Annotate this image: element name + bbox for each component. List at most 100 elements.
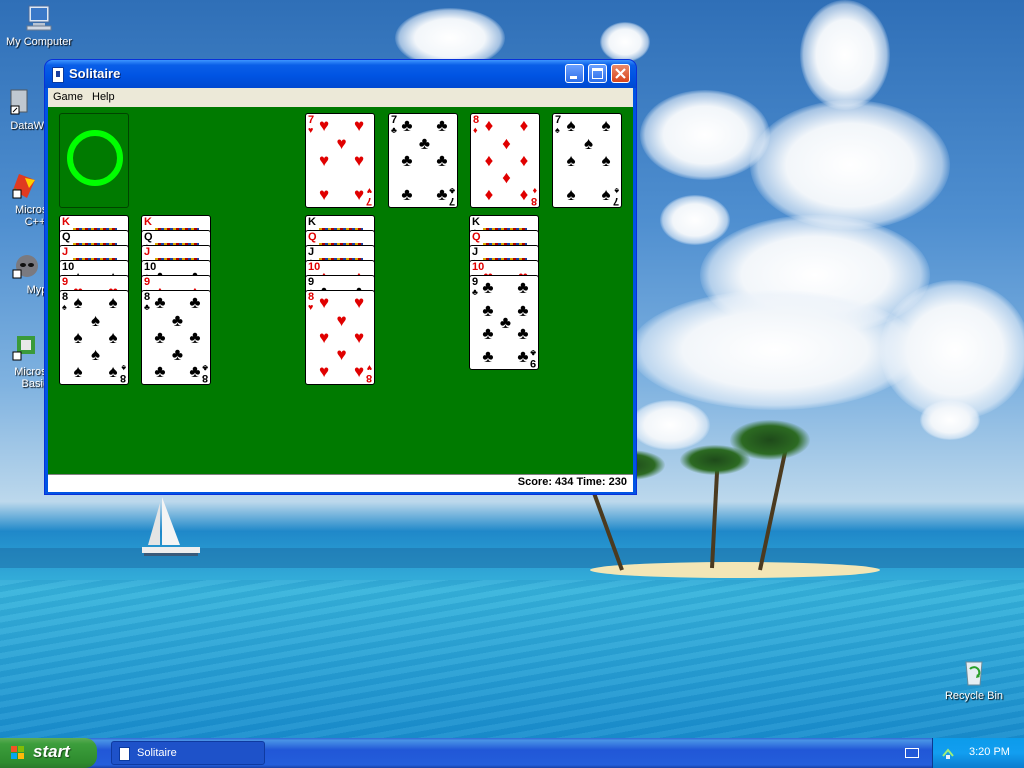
card-pip: ♠: [566, 116, 576, 136]
card-rank-suit: 7 ♥: [308, 115, 314, 135]
card-rank-suit: 8 ♥: [308, 292, 314, 312]
card-pip: ♣: [517, 301, 529, 321]
menu-help[interactable]: Help: [92, 91, 115, 103]
card-pip: ♥: [318, 184, 330, 204]
cloud: [800, 0, 890, 110]
card-pip: ♥: [318, 361, 330, 381]
my-computer-icon: [26, 5, 52, 31]
cloud: [630, 290, 920, 410]
card-rank-suit-bottom: 7 ♥: [365, 186, 372, 207]
cloud: [920, 400, 980, 440]
solitaire-app-icon: [119, 747, 130, 761]
maximize-icon: [592, 68, 603, 79]
clock: 3:20 PM: [969, 746, 1010, 758]
start-label: start: [33, 742, 70, 761]
card-pip: ♣: [436, 184, 448, 204]
title-bar[interactable]: Solitaire: [45, 60, 636, 88]
desktop-icon-recycle-bin[interactable]: Recycle Bin: [935, 656, 1013, 702]
card-rank-suit: 9♣: [472, 277, 478, 297]
score-time-status: Score: 434 Time: 230: [517, 476, 627, 488]
menu-game[interactable]: Game: [53, 91, 83, 103]
card-suit-icon: ♥: [308, 302, 314, 312]
card-pip: ♥: [336, 344, 347, 364]
tableau-card[interactable]: 9 ♣ ♣ ♣ ♣ ♣ ♣ ♣ ♣ ♣ ♣ 9 ♣: [469, 275, 539, 370]
solitaire-window[interactable]: Solitaire Game Help 7 ♥ ♥ ♥ ♥ ♥ ♥ ♥ ♥ 7 ♥ 7 ♣ ♣ ♣ ♣ ♣ ♣ ♣ ♣…: [45, 60, 636, 494]
cloud: [395, 8, 505, 68]
card-pip: ♥: [353, 184, 365, 204]
sea: [0, 580, 1024, 738]
cloud: [600, 22, 650, 62]
card-pip: ♣: [401, 116, 413, 136]
card-pip: ♣: [418, 133, 431, 153]
card-rank-suit: 8 ♠: [62, 292, 68, 312]
card-pip: ♠: [601, 116, 611, 136]
card-pip: ♣: [436, 150, 448, 170]
desktop-icon-my-computer[interactable]: My Computer: [0, 2, 78, 48]
card-suit-icon: ♣: [144, 302, 150, 312]
foundation-card[interactable]: 7 ♠ ♠ ♠ ♠ ♠ ♠ ♠ ♠ 7 ♠: [552, 113, 622, 208]
card-pip: ♠: [108, 327, 118, 347]
card-rank-suit: 8 ♦: [473, 115, 479, 135]
tableau-card[interactable]: 8 ♥ ♥ ♥ ♥ ♥ ♥ ♥ ♥ ♥ 8 ♥: [305, 290, 375, 385]
cloud: [630, 400, 710, 450]
card-rank-suit-bottom: 9 ♣: [529, 348, 536, 369]
palm-leaves: [730, 420, 810, 460]
minimize-icon: [570, 76, 577, 79]
keyboard-icon[interactable]: [905, 748, 919, 758]
card-pip: ♦: [519, 116, 529, 136]
card-pip: ♥: [318, 293, 330, 313]
card-pip: ♣: [517, 278, 529, 298]
card-pip: ♠: [566, 184, 576, 204]
card-pip: ♣: [154, 361, 166, 381]
card-pip: ♣: [154, 327, 166, 347]
minimize-button[interactable]: [565, 64, 584, 83]
card-pip: ♣: [482, 301, 494, 321]
card-rank-suit-bottom: 8 ♥: [365, 363, 372, 384]
card-pip: ♣: [189, 293, 201, 313]
card-pip: ♠: [601, 184, 611, 204]
card-pip: ♣: [171, 310, 184, 330]
close-icon: [615, 68, 626, 79]
stock-pile-empty[interactable]: [59, 113, 129, 208]
foundation-card[interactable]: 7 ♥ ♥ ♥ ♥ ♥ ♥ ♥ ♥ 7 ♥: [305, 113, 375, 208]
card-pip: ♠: [108, 293, 118, 313]
card-pip: ♦: [502, 133, 511, 153]
card-pip: ♥: [318, 150, 330, 170]
card-pip: ♠: [583, 133, 594, 153]
card-pip: ♦: [484, 116, 494, 136]
start-button[interactable]: start: [0, 738, 97, 768]
card-rank-suit: 7 ♣: [391, 115, 397, 135]
tableau-card[interactable]: 8 ♣ ♣ ♣ ♣ ♣ ♣ ♣ ♣ ♣ 8 ♣: [141, 290, 211, 385]
card-rank-suit-bottom: 8 ♣: [201, 363, 208, 384]
network-icon[interactable]: [941, 746, 955, 760]
card-pip: ♥: [353, 116, 365, 136]
redeal-ring-icon: [67, 130, 123, 186]
card-rank-suit-bottom: 7 ♠: [612, 186, 619, 207]
taskbar-button-solitaire[interactable]: Solitaire: [111, 741, 265, 765]
foundation-card[interactable]: 7 ♣ ♣ ♣ ♣ ♣ ♣ ♣ ♣ 7 ♣: [388, 113, 458, 208]
card-pip: ♣: [154, 293, 166, 313]
card-pip: ♥: [353, 293, 365, 313]
card-pip: ♦: [484, 184, 494, 204]
card-pip: ♠: [566, 150, 576, 170]
card-pip: ♥: [318, 327, 330, 347]
card-rank-suit-bottom: 8 ♠: [119, 363, 126, 384]
foundation-card[interactable]: 8 ♦ ♦ ♦ ♦ ♦ ♦ ♦ ♦ ♦ 8 ♦: [470, 113, 540, 208]
menu-bar: Game Help: [48, 88, 633, 107]
card-suit-icon: ♠: [62, 302, 67, 312]
maximize-button[interactable]: [588, 64, 607, 83]
card-pip: ♣: [401, 184, 413, 204]
card-pip: ♣: [482, 324, 494, 343]
raccoon-icon: [12, 255, 38, 279]
card-pip: ♥: [353, 150, 365, 170]
close-button[interactable]: [611, 64, 630, 83]
card-pip: ♠: [90, 310, 101, 330]
card-rank-suit: 7 ♠: [555, 115, 561, 135]
card-suit-icon: ♥: [308, 125, 314, 135]
game-board: 7 ♥ ♥ ♥ ♥ ♥ ♥ ♥ ♥ 7 ♥ 7 ♣ ♣ ♣ ♣ ♣ ♣ ♣ ♣ 7 ♣ 8 ♦ ♦ ♦ ♦ ♦ ♦ ♦ ♦ ♦ 8 ♦ 7 ♠ ♠ ♠ ♠ ♠…: [48, 107, 633, 474]
card-pip: ♣: [517, 346, 529, 366]
card-pip: ♥: [318, 116, 330, 136]
tableau-card[interactable]: 8 ♠ ♠ ♠ ♠ ♠ ♠ ♠ ♠ ♠ 8 ♠: [59, 290, 129, 385]
cloud: [750, 100, 950, 230]
card-rank-suit-bottom: 7 ♣: [448, 186, 455, 207]
